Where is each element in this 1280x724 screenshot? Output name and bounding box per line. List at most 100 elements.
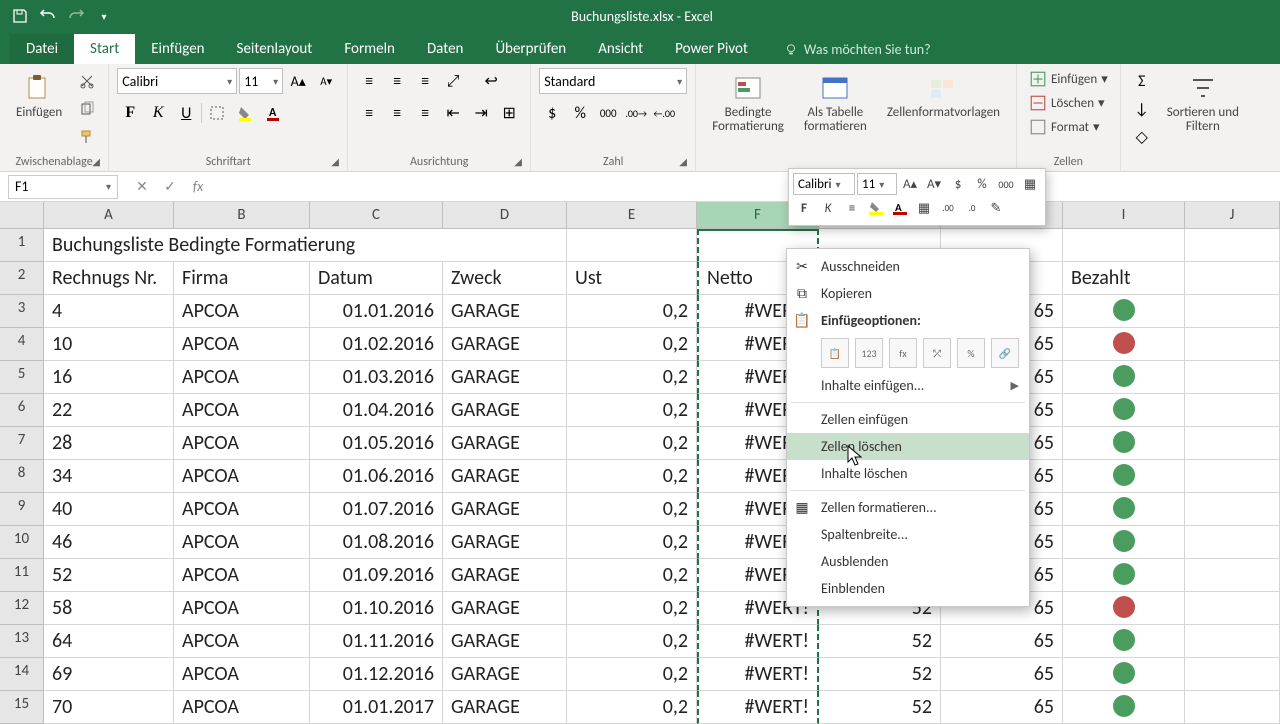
header-cell[interactable]: Rechnugs Nr. <box>44 262 174 295</box>
cell-status[interactable] <box>1063 559 1185 592</box>
percent-format-icon[interactable]: % <box>567 100 593 126</box>
underline-button[interactable]: U <box>173 100 199 126</box>
align-dialog-launcher-icon[interactable]: ◢ <box>514 155 528 169</box>
align-bottom-icon[interactable]: ≡ <box>412 68 438 94</box>
cell[interactable]: GARAGE <box>443 427 567 460</box>
cm-copy[interactable]: ⧉Kopieren <box>787 280 1029 307</box>
merge-icon[interactable]: ⊞ <box>496 100 522 126</box>
cell[interactable]: 0,2 <box>567 526 697 559</box>
cell[interactable]: APCOA <box>174 559 310 592</box>
cell-status[interactable] <box>1063 592 1185 625</box>
cell[interactable]: GARAGE <box>443 493 567 526</box>
cm-cut[interactable]: ✂Ausschneiden <box>787 253 1029 280</box>
insert-cells-button[interactable]: Einfügen ▾ <box>1025 68 1112 90</box>
row-header-9[interactable]: 9 <box>0 493 44 526</box>
cell[interactable]: 52 <box>44 559 174 592</box>
row-header-2[interactable]: 2 <box>0 262 44 295</box>
undo-icon[interactable] <box>36 4 60 28</box>
cm-clear-contents[interactable]: Inhalte löschen <box>787 460 1029 487</box>
row-header-12[interactable]: 12 <box>0 592 44 625</box>
cell[interactable]: 0,2 <box>567 328 697 361</box>
cut-icon[interactable] <box>74 68 100 94</box>
cell[interactable]: 58 <box>44 592 174 625</box>
cm-insert-cells[interactable]: Zellen einfügen <box>787 406 1029 433</box>
cell[interactable]: 52 <box>819 691 941 724</box>
tab-pagelayout[interactable]: Seitenlayout <box>221 34 329 64</box>
accounting-format-icon[interactable]: $ <box>539 100 565 126</box>
spreadsheet-grid[interactable]: ABCDEFGHIJ1Buchungsliste Bedingte Format… <box>0 202 1280 724</box>
align-center-icon[interactable]: ≡ <box>384 100 410 126</box>
paste-formulas-icon[interactable]: fx <box>889 338 917 368</box>
font-combo[interactable]: Calibri▾ <box>117 68 237 94</box>
tab-powerpivot[interactable]: Power Pivot <box>659 34 764 64</box>
cell-status[interactable] <box>1063 394 1185 427</box>
cm-format-cells[interactable]: ▦Zellen formatieren... <box>787 494 1029 521</box>
row-header-4[interactable]: 4 <box>0 328 44 361</box>
cell[interactable]: APCOA <box>174 526 310 559</box>
orientation-icon[interactable]: ⤢ <box>440 68 466 94</box>
tell-me-search[interactable]: Was möchten Sie tun? <box>784 41 931 64</box>
wrap-text-icon[interactable]: ↩ <box>478 68 504 94</box>
cell[interactable]: 64 <box>44 625 174 658</box>
col-header-J[interactable]: J <box>1185 202 1280 229</box>
thousands-icon[interactable]: 000 <box>595 100 621 126</box>
row-header-3[interactable]: 3 <box>0 295 44 328</box>
conditional-formatting-button[interactable]: Bedingte Formatierung <box>704 68 792 139</box>
qat-customize-icon[interactable]: ▾ <box>92 4 116 28</box>
sort-filter-button[interactable]: Sortieren und Filtern <box>1159 68 1247 139</box>
tab-data[interactable]: Daten <box>411 34 479 64</box>
row-header-15[interactable]: 15 <box>0 691 44 724</box>
cell[interactable]: GARAGE <box>443 361 567 394</box>
cell[interactable]: 34 <box>44 460 174 493</box>
cell[interactable]: GARAGE <box>443 460 567 493</box>
border-icon[interactable] <box>204 100 230 126</box>
cell-status[interactable] <box>1063 460 1185 493</box>
increase-font-icon[interactable]: A▴ <box>285 68 311 94</box>
cm-paste-special[interactable]: Inhalte einfügen...▶ <box>787 372 1029 399</box>
cell[interactable]: APCOA <box>174 295 310 328</box>
cell[interactable]: 01.02.2016 <box>310 328 443 361</box>
tab-file[interactable]: Datei <box>10 34 74 64</box>
cm-unhide[interactable]: Einblenden <box>787 575 1029 602</box>
increase-indent-icon[interactable]: ⇥ <box>468 100 494 126</box>
cell[interactable]: 0,2 <box>567 658 697 691</box>
cell[interactable]: 65 <box>941 625 1063 658</box>
col-header-D[interactable]: D <box>443 202 567 229</box>
cell[interactable]: 01.01.2016 <box>310 295 443 328</box>
align-middle-icon[interactable]: ≡ <box>384 68 410 94</box>
fill-color-icon[interactable] <box>232 100 258 126</box>
paste-values-icon[interactable]: 123 <box>855 338 883 368</box>
cell[interactable]: 0,2 <box>567 625 697 658</box>
align-top-icon[interactable]: ≡ <box>356 68 382 94</box>
fx-icon[interactable]: fx <box>188 177 208 197</box>
clipboard-dialog-launcher-icon[interactable]: ◢ <box>92 155 106 169</box>
header-cell[interactable]: Bezahlt <box>1063 262 1185 295</box>
cell[interactable]: 01.01.2017 <box>310 691 443 724</box>
cell[interactable]: APCOA <box>174 460 310 493</box>
cell-status[interactable] <box>1063 427 1185 460</box>
decrease-font-icon[interactable]: A▾ <box>313 68 339 94</box>
cell[interactable]: 46 <box>44 526 174 559</box>
row-header-10[interactable]: 10 <box>0 526 44 559</box>
redo-icon[interactable] <box>64 4 88 28</box>
row-header-5[interactable]: 5 <box>0 361 44 394</box>
mini-font-combo[interactable]: Calibri▾ <box>793 173 855 195</box>
cell[interactable]: 4 <box>44 295 174 328</box>
mini-thousands-icon[interactable]: 000 <box>995 173 1017 195</box>
mini-increase-font-icon[interactable]: A▴ <box>899 173 921 195</box>
cell[interactable]: GARAGE <box>443 592 567 625</box>
cell-styles-button[interactable]: Zellenformatvorlagen <box>879 68 1008 124</box>
format-as-table-button[interactable]: Als Tabelle formatieren <box>796 68 875 139</box>
cell[interactable]: 01.09.2016 <box>310 559 443 592</box>
cell[interactable]: 0,2 <box>567 592 697 625</box>
cell-A1[interactable]: Buchungsliste Bedingte Formatierung <box>44 229 567 262</box>
cancel-icon[interactable]: ✕ <box>132 177 152 197</box>
row-header-11[interactable]: 11 <box>0 559 44 592</box>
row-header-14[interactable]: 14 <box>0 658 44 691</box>
cell[interactable]: 0,2 <box>567 559 697 592</box>
cell[interactable]: APCOA <box>174 592 310 625</box>
paste-all-icon[interactable]: 📋 <box>821 338 849 368</box>
cell[interactable]: APCOA <box>174 658 310 691</box>
cell[interactable]: 01.03.2016 <box>310 361 443 394</box>
tab-start[interactable]: Start <box>74 34 135 64</box>
